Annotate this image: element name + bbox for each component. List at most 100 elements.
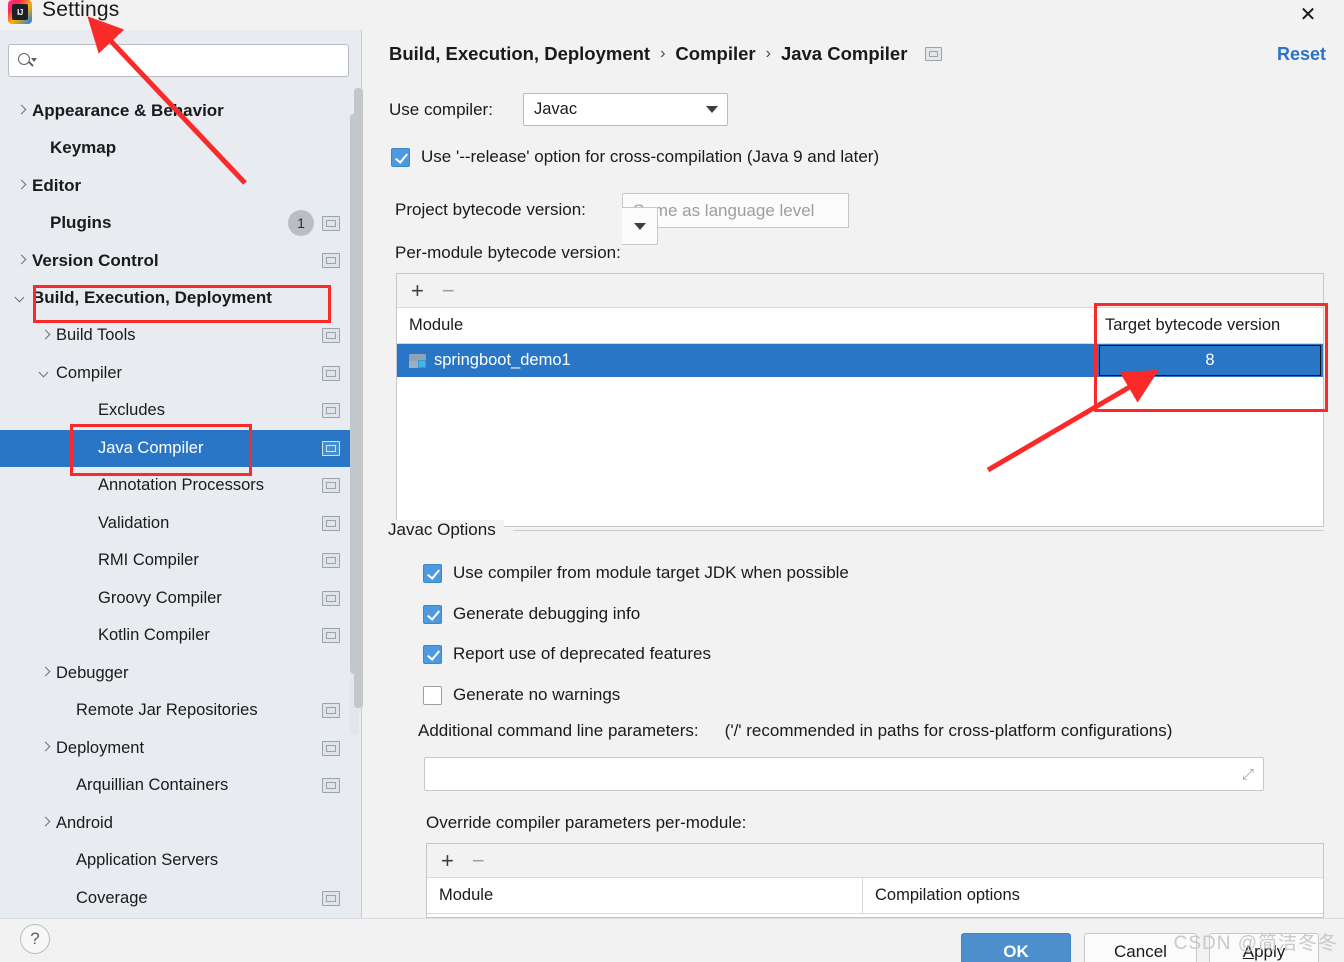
report-deprecated-checkbox[interactable] <box>423 644 442 664</box>
sidebar-item-editor[interactable]: Editor <box>0 167 350 205</box>
sidebar-item-label: Java Compiler <box>98 438 204 457</box>
breadcrumb-item-root[interactable]: Build, Execution, Deployment <box>389 43 650 65</box>
sidebar-item-keymap[interactable]: Keymap <box>0 130 350 168</box>
sidebar-item-application-servers[interactable]: Application Servers <box>0 842 350 880</box>
sidebar-item-label: Version Control <box>32 250 159 270</box>
sidebar-item-label: Remote Jar Repositories <box>76 701 258 720</box>
sidebar-item-excludes[interactable]: Excludes <box>0 392 350 430</box>
table-row[interactable]: springboot_demo1 8 <box>397 344 1323 377</box>
add-module-button[interactable]: + <box>411 279 424 302</box>
config-window-icon[interactable] <box>322 403 340 419</box>
project-bytecode-chevron-down-icon[interactable] <box>622 207 658 245</box>
config-window-icon[interactable] <box>322 440 340 456</box>
sidebar-item-build-execution-deployment[interactable]: Build, Execution, Deployment <box>0 280 350 318</box>
ok-button[interactable]: OK <box>961 933 1071 962</box>
config-window-icon[interactable] <box>322 478 340 494</box>
cancel-button[interactable]: Cancel <box>1084 933 1197 962</box>
config-window-icon[interactable] <box>322 778 340 794</box>
config-window-icon[interactable] <box>322 328 340 344</box>
sidebar-item-coverage[interactable]: Coverage <box>0 880 350 918</box>
sidebar-item-label: Appearance & Behavior <box>32 100 224 120</box>
override-module-column-header[interactable]: Module <box>427 878 863 913</box>
config-window-icon[interactable] <box>322 365 340 381</box>
sidebar-item-annotation-processors[interactable]: Annotation Processors <box>0 467 350 505</box>
additional-params-input[interactable]: ⤢ <box>424 757 1264 791</box>
sidebar-item-build-tools[interactable]: Build Tools <box>0 317 350 355</box>
sidebar-item-compiler[interactable]: Compiler <box>0 355 350 393</box>
chevron-down-icon[interactable] <box>14 291 28 305</box>
chevron-right-icon[interactable] <box>38 816 52 830</box>
generate-no-warnings-checkbox[interactable] <box>423 685 442 705</box>
javac-options-title: Javac Options <box>388 520 504 540</box>
config-window-icon[interactable] <box>322 215 340 231</box>
sidebar-item-android[interactable]: Android <box>0 805 350 843</box>
chevron-right-icon[interactable] <box>14 104 28 118</box>
sidebar-item-appearance-behavior[interactable]: Appearance & Behavior <box>0 92 350 130</box>
reset-link[interactable]: Reset <box>1277 44 1326 65</box>
chevron-right-icon[interactable] <box>14 179 28 193</box>
expand-icon[interactable]: ⤢ <box>1242 766 1254 783</box>
javac-option-row-1[interactable]: Generate debugging info <box>423 604 640 624</box>
config-window-icon[interactable] <box>322 553 340 569</box>
sidebar-item-debugger[interactable]: Debugger <box>0 655 350 693</box>
sidebar-item-rmi-compiler[interactable]: RMI Compiler <box>0 542 350 580</box>
search-input[interactable] <box>37 45 348 76</box>
compilation-options-column-header[interactable]: Compilation options <box>863 886 1323 905</box>
breadcrumb-item-compiler[interactable]: Compiler <box>675 43 755 65</box>
sidebar-item-java-compiler[interactable]: Java Compiler <box>0 429 350 467</box>
breadcrumb-config-icon[interactable] <box>925 47 943 61</box>
config-window-icon[interactable] <box>322 253 340 269</box>
javac-option-row-3[interactable]: Generate no warnings <box>423 685 620 705</box>
override-params-label-row: Override compiler parameters per-module: <box>426 813 746 833</box>
config-window-icon[interactable] <box>322 590 340 606</box>
help-button[interactable]: ? <box>20 924 50 954</box>
config-window-icon[interactable] <box>322 703 340 719</box>
sidebar-item-arquillian-containers[interactable]: Arquillian Containers <box>0 767 350 805</box>
close-icon[interactable]: ✕ <box>1290 0 1326 30</box>
chevron-down-icon[interactable] <box>38 366 52 380</box>
use-module-target-jdk-checkbox[interactable] <box>423 563 442 583</box>
breadcrumb-separator-2: › <box>765 45 771 62</box>
sidebar-item-label: Editor <box>32 175 82 195</box>
tree-twisty-spacer <box>32 216 46 230</box>
chevron-right-icon[interactable] <box>14 254 28 268</box>
chevron-right-icon[interactable] <box>38 329 52 343</box>
config-window-icon[interactable] <box>322 890 340 906</box>
add-override-button[interactable]: + <box>441 849 454 872</box>
sidebar-item-plugins[interactable]: Plugins 1 <box>0 205 350 243</box>
sidebar-item-deployment[interactable]: Deployment <box>0 730 350 768</box>
chevron-right-icon[interactable] <box>38 666 52 680</box>
use-compiler-label: Use compiler: <box>389 100 493 119</box>
release-option-row[interactable]: Use '--release' option for cross-compila… <box>391 147 879 167</box>
per-module-row: Per-module bytecode version: <box>395 243 621 263</box>
project-bytecode-select[interactable]: Same as language level <box>622 193 849 245</box>
sidebar-item-remote-jar-repositories[interactable]: Remote Jar Repositories <box>0 692 350 730</box>
module-column-header[interactable]: Module <box>397 316 1097 335</box>
sidebar-item-label: Debugger <box>56 663 129 682</box>
config-window-icon[interactable] <box>322 515 340 531</box>
release-option-checkbox[interactable] <box>391 147 410 167</box>
sidebar-item-kotlin-compiler[interactable]: Kotlin Compiler <box>0 617 350 655</box>
target-bytecode-cell[interactable]: 8 <box>1099 345 1321 376</box>
sidebar-item-validation[interactable]: Validation <box>0 505 350 543</box>
search-icon <box>17 51 37 71</box>
config-window-icon[interactable] <box>322 740 340 756</box>
sidebar-item-groovy-compiler[interactable]: Groovy Compiler <box>0 580 350 618</box>
chevron-right-icon[interactable] <box>38 741 52 755</box>
chevron-down-icon <box>697 94 727 125</box>
remove-override-button[interactable]: − <box>472 849 485 872</box>
tree-twisty-spacer <box>58 779 72 793</box>
remove-module-button[interactable]: − <box>442 279 455 302</box>
main-scrollbar-thumb[interactable] <box>354 88 363 708</box>
search-box[interactable] <box>8 44 349 77</box>
use-compiler-select[interactable]: Javac <box>523 93 728 126</box>
generate-debugging-info-checkbox[interactable] <box>423 604 442 624</box>
target-bytecode-column-header[interactable]: Target bytecode version <box>1097 316 1323 335</box>
main-scrollbar[interactable] <box>354 88 363 708</box>
javac-option-row-2[interactable]: Report use of deprecated features <box>423 644 711 664</box>
sidebar-item-label: Deployment <box>56 738 145 757</box>
apply-button[interactable]: Apply <box>1209 933 1319 962</box>
config-window-icon[interactable] <box>322 628 340 644</box>
javac-option-row-0[interactable]: Use compiler from module target JDK when… <box>423 563 849 583</box>
sidebar-item-version-control[interactable]: Version Control <box>0 242 350 280</box>
